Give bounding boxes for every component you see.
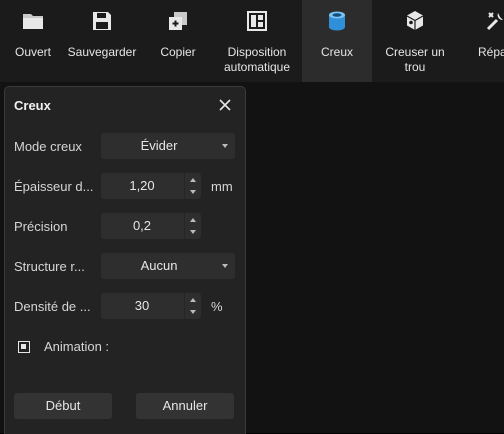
thickness-unit: mm [211, 179, 233, 194]
hollow-mode-label: Mode creux [14, 139, 82, 154]
close-icon[interactable] [217, 97, 233, 113]
main-toolbar: Ouvert Sauvegarder Copier Disposition au… [0, 0, 504, 82]
layout-icon [247, 11, 267, 31]
toolbar-label: Creuser un trou [385, 45, 445, 74]
decrement-icon[interactable] [185, 306, 201, 319]
chevron-down-icon [222, 264, 228, 268]
start-button[interactable]: Début [14, 393, 112, 419]
precision-value: 0,2 [132, 218, 152, 233]
toolbar-label: Creux [320, 45, 353, 59]
thickness-spinbox[interactable]: 1,20 [101, 173, 201, 199]
precision-spinbox[interactable]: 0,2 [101, 213, 201, 239]
decrement-icon[interactable] [185, 226, 201, 239]
toolbar-label: Ouvert [14, 45, 51, 59]
animation-label: Animation : [44, 339, 110, 354]
density-spinbox[interactable]: 30 [101, 293, 201, 319]
folder-icon [23, 14, 43, 29]
structure-label: Structure r... [14, 259, 85, 274]
toolbar-copy-button[interactable]: Copier [150, 0, 206, 82]
thickness-label: Épaisseur d... [14, 179, 94, 194]
toolbar-label: Répar [478, 45, 504, 59]
save-icon [93, 12, 111, 30]
decrement-icon[interactable] [185, 186, 201, 199]
toolbar-save-button[interactable]: Sauvegarder [66, 0, 138, 82]
density-value: 30 [134, 298, 150, 313]
toolbar-auto-layout-button[interactable]: Disposition automatique [220, 0, 294, 82]
toolbar-open-button[interactable]: Ouvert [0, 0, 66, 82]
hollow-dialog: Creux Mode creux Évider Épaisseur d... 1… [4, 86, 246, 434]
spin-buttons [184, 293, 201, 319]
density-unit: % [211, 299, 223, 314]
precision-label: Précision [14, 219, 68, 234]
thickness-value: 1,20 [129, 178, 155, 193]
increment-icon[interactable] [185, 173, 201, 186]
toolbar-label: Sauvegarder [67, 45, 137, 59]
toolbar-hollow-button[interactable]: Creux [302, 0, 372, 82]
toolbar-dig-hole-button[interactable]: Creuser un trou [378, 0, 452, 82]
repair-icon [486, 12, 503, 31]
copy-icon [169, 12, 187, 30]
spin-buttons [184, 173, 201, 199]
increment-icon[interactable] [185, 293, 201, 306]
toolbar-repair-button[interactable]: Répar [468, 0, 504, 82]
density-label: Densité de ... [14, 299, 91, 314]
animation-checkbox[interactable] [18, 341, 30, 353]
cancel-button[interactable]: Annuler [136, 393, 234, 419]
dialog-title: Creux [14, 98, 51, 113]
structure-value: Aucun [140, 258, 178, 273]
toolbar-label: Copier [160, 45, 196, 59]
toolbar-label: Disposition automatique [223, 45, 291, 74]
chevron-down-icon [222, 144, 228, 148]
hollow-mode-value: Évider [140, 138, 178, 153]
spin-buttons [184, 213, 201, 239]
hollow-icon [329, 11, 345, 31]
structure-select[interactable]: Aucun [101, 253, 235, 279]
dig-hole-icon [406, 11, 424, 30]
increment-icon[interactable] [185, 213, 201, 226]
hollow-mode-select[interactable]: Évider [101, 133, 235, 159]
